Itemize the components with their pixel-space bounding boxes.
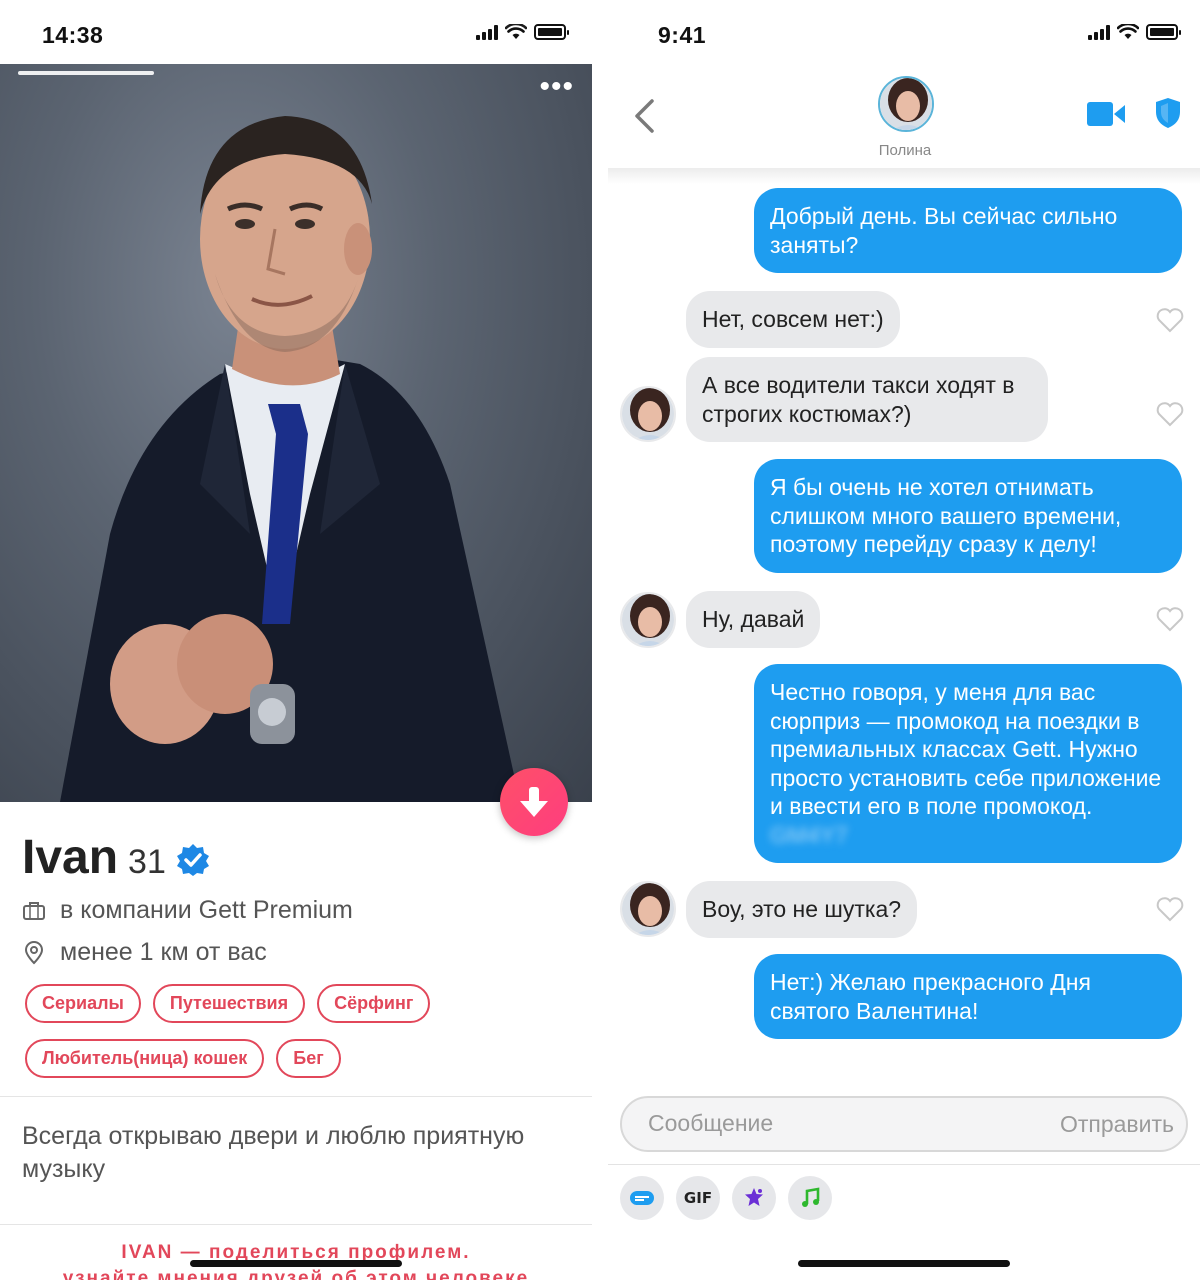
interest-tag[interactable]: Бег bbox=[276, 1039, 341, 1078]
profile-age: 31 bbox=[128, 843, 166, 881]
message-outgoing[interactable]: Честно говоря, у меня для вас сюрприз — … bbox=[754, 664, 1182, 863]
chat-header: Полина bbox=[608, 64, 1200, 174]
send-button[interactable]: Отправить bbox=[1060, 1111, 1174, 1138]
contact-avatar-small[interactable] bbox=[620, 881, 676, 937]
message-input[interactable] bbox=[648, 1110, 998, 1137]
battery-icon bbox=[534, 24, 569, 40]
profile-screen: 14:38 ••• Ivan 31 в компании Gett Premiu… bbox=[0, 0, 592, 1280]
profile-header: Ivan 31 bbox=[22, 830, 210, 885]
safety-shield-icon[interactable] bbox=[1154, 96, 1182, 130]
divider bbox=[0, 1224, 592, 1225]
like-heart-icon[interactable] bbox=[1156, 401, 1184, 427]
chat-screen: 9:41 Полина Добрый день. Вы сейчас сильн… bbox=[608, 0, 1200, 1280]
avatar-image bbox=[880, 78, 932, 130]
work-text: в компании Gett Premium bbox=[60, 896, 353, 924]
home-indicator[interactable] bbox=[190, 1260, 402, 1267]
signal-icon bbox=[476, 24, 498, 40]
distance-text: менее 1 км от вас bbox=[60, 938, 267, 966]
message-incoming[interactable]: Воу, это не шутка? bbox=[686, 881, 918, 938]
profile-name: Ivan bbox=[22, 831, 119, 884]
message-outgoing[interactable]: Добрый день. Вы сейчас сильно заняты? bbox=[754, 188, 1182, 273]
message-incoming[interactable]: Ну, давай bbox=[686, 591, 821, 648]
promo-code-blurred: GM4Y7 bbox=[770, 821, 848, 848]
battery-icon bbox=[1146, 24, 1181, 40]
sticker-button[interactable] bbox=[732, 1176, 776, 1220]
interest-tags: Сериалы Путешествия Сёрфинг Любитель(ниц… bbox=[25, 984, 565, 1078]
avatar-image bbox=[622, 883, 674, 935]
avatar-image bbox=[622, 388, 674, 440]
like-heart-icon[interactable] bbox=[1156, 896, 1184, 922]
back-chevron-icon[interactable] bbox=[632, 98, 656, 134]
arrow-down-icon bbox=[520, 787, 548, 817]
composer-tools: GIF bbox=[620, 1176, 832, 1220]
status-icons bbox=[476, 24, 569, 40]
profile-bio: Всегда открываю двери и люблю приятную м… bbox=[22, 1122, 525, 1183]
status-icons bbox=[1088, 24, 1181, 40]
status-time: 14:38 bbox=[42, 22, 104, 48]
status-bar: 14:38 bbox=[0, 0, 592, 64]
screen-gap bbox=[592, 0, 608, 1280]
signal-icon bbox=[1088, 24, 1110, 40]
chip-button[interactable] bbox=[620, 1176, 664, 1220]
message-outgoing[interactable]: Нет:) Желаю прекрасного Дня святого Вале… bbox=[754, 954, 1182, 1039]
divider bbox=[0, 1096, 592, 1097]
music-button[interactable] bbox=[788, 1176, 832, 1220]
contact-avatar-small[interactable] bbox=[620, 386, 676, 442]
interest-tag[interactable]: Сёрфинг bbox=[317, 984, 431, 1023]
music-icon bbox=[802, 1187, 820, 1207]
wifi-icon bbox=[1117, 24, 1139, 39]
like-heart-icon[interactable] bbox=[1156, 307, 1184, 333]
contact-avatar[interactable] bbox=[878, 76, 934, 132]
work-info: в компании Gett Premium bbox=[22, 896, 353, 925]
sticker-icon bbox=[745, 1188, 763, 1206]
message-outgoing[interactable]: Я бы очень не хотел отнимать слишком мно… bbox=[754, 459, 1182, 573]
interest-tag[interactable]: Сериалы bbox=[25, 984, 141, 1023]
status-bar: 9:41 bbox=[608, 0, 1200, 64]
gif-button[interactable]: GIF bbox=[676, 1176, 720, 1220]
contact-name: Полина bbox=[878, 142, 932, 159]
person-illustration bbox=[60, 116, 520, 802]
like-heart-icon[interactable] bbox=[1156, 606, 1184, 632]
gif-icon: GIF bbox=[683, 1189, 713, 1207]
wifi-icon bbox=[505, 24, 527, 39]
scroll-down-button[interactable] bbox=[500, 768, 568, 836]
interest-tag[interactable]: Путешествия bbox=[152, 984, 306, 1023]
video-call-icon[interactable] bbox=[1086, 100, 1126, 128]
divider bbox=[608, 1164, 1200, 1165]
message-incoming[interactable]: Нет, совсем нет:) bbox=[686, 291, 900, 348]
briefcase-icon bbox=[23, 901, 45, 920]
interest-tag[interactable]: Любитель(ница) кошек bbox=[25, 1039, 265, 1078]
avatar-image bbox=[622, 594, 674, 646]
header-shadow bbox=[608, 168, 1200, 184]
message-incoming[interactable]: А все водители такси ходят в строгих кос… bbox=[686, 357, 1048, 442]
home-indicator[interactable] bbox=[798, 1260, 1010, 1267]
contact-avatar-small[interactable] bbox=[620, 592, 676, 648]
verified-badge-icon bbox=[176, 844, 209, 876]
share-profile-subtext[interactable]: узнайте мнения друзей об этом человеке bbox=[0, 1268, 592, 1280]
profile-photo[interactable]: ••• bbox=[0, 64, 592, 802]
location-pin-icon bbox=[24, 940, 44, 964]
distance-info: менее 1 км от вас bbox=[22, 938, 267, 967]
message-text: Честно говоря, у меня для вас сюрприз — … bbox=[770, 679, 1162, 819]
status-time: 9:41 bbox=[658, 22, 707, 48]
chip-icon bbox=[630, 1191, 654, 1205]
message-composer: Отправить bbox=[620, 1096, 1188, 1152]
